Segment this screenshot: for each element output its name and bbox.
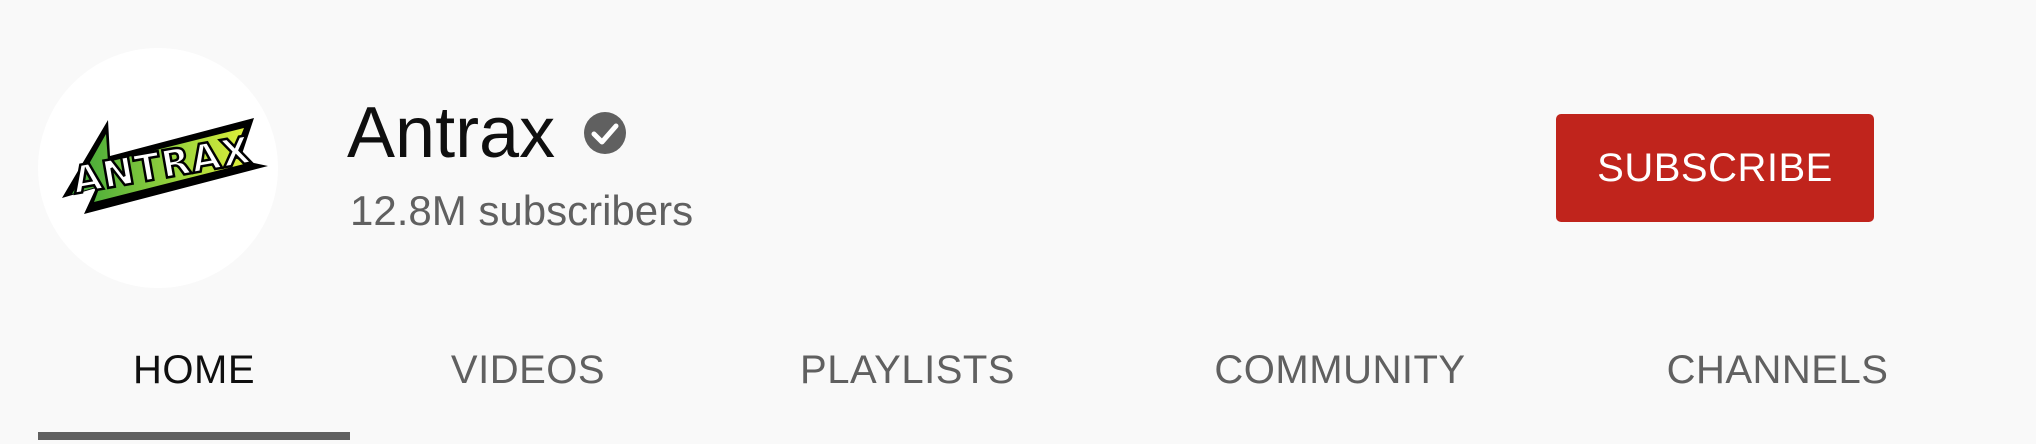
subscribe-button[interactable]: SUBSCRIBE — [1556, 114, 1874, 222]
channel-avatar[interactable]: ANTRAX — [38, 48, 278, 288]
tab-home[interactable]: HOME — [38, 330, 350, 440]
tab-community[interactable]: COMMUNITY — [1180, 330, 1500, 440]
channel-header: Antrax — [347, 93, 627, 173]
tab-channels[interactable]: CHANNELS — [1640, 330, 1915, 440]
channel-name[interactable]: Antrax — [347, 93, 555, 173]
subscriber-count: 12.8M subscribers — [350, 187, 694, 234]
antrax-logo: ANTRAX — [62, 118, 268, 214]
active-tab-indicator — [38, 432, 350, 440]
tab-playlists[interactable]: PLAYLISTS — [770, 330, 1045, 440]
tab-videos[interactable]: VIDEOS — [422, 330, 634, 440]
verified-check-icon — [583, 111, 627, 155]
channel-tabs: HOME VIDEOS PLAYLISTS COMMUNITY CHANNELS — [0, 330, 2036, 444]
